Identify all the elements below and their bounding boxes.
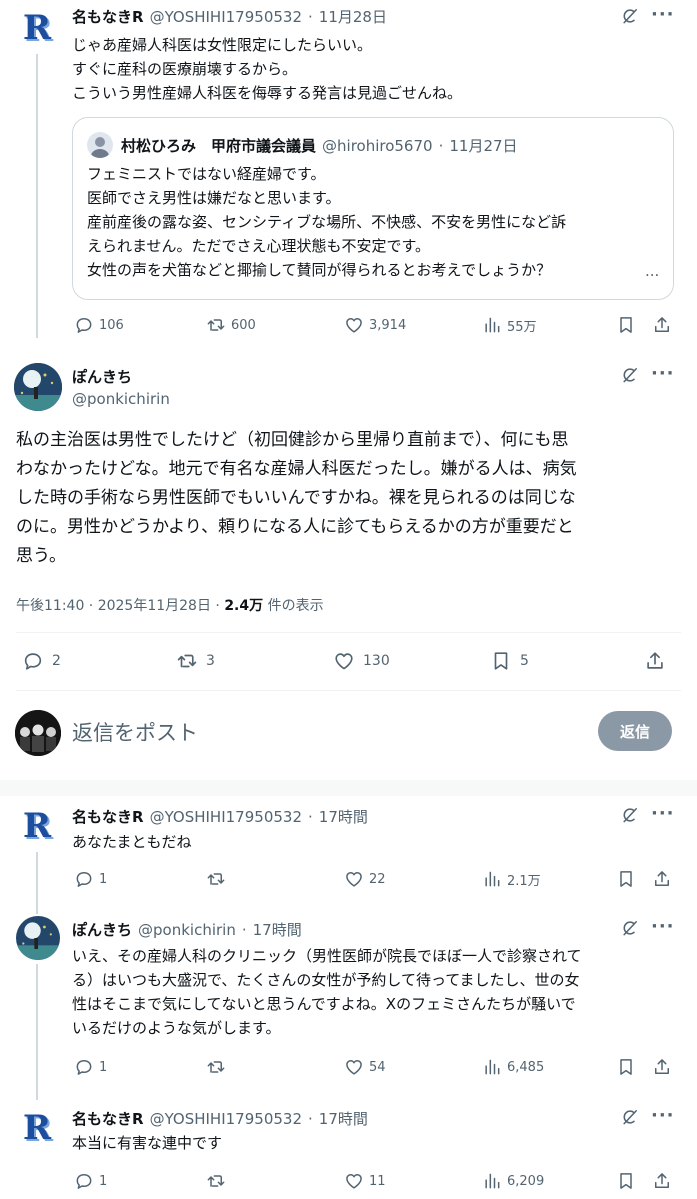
author-name[interactable]: 名もなきR	[72, 1108, 144, 1129]
bookmark-icon[interactable]	[616, 869, 636, 889]
author-handle[interactable]: @YOSHIHI17950532	[150, 808, 302, 826]
avatar[interactable]: R	[17, 806, 57, 846]
like-button[interactable]: 22	[344, 869, 386, 889]
post-text: 私の主治医は男性でしたけど（初回健診から里帰り直前まで）、何にも思 わなかったけ…	[16, 430, 577, 566]
quote-text: フェミニストではない経産婦です。 医師でさえ男性は嫌だなと思います。 産前産後の…	[87, 165, 567, 279]
author-name[interactable]: ぽんきち	[72, 919, 132, 940]
quoted-post[interactable]: 村松ひろみ 甲府市議会議員 @hirohiro5670 · 11月27日 フェミ…	[72, 117, 674, 300]
more-icon[interactable]: ···	[651, 1105, 675, 1126]
view-count: 2.4万	[224, 598, 264, 614]
reply-button[interactable]: 2	[22, 650, 61, 672]
share-icon[interactable]	[652, 869, 672, 889]
bookmark-icon[interactable]	[616, 315, 636, 335]
views-button[interactable]: 6,485	[482, 1057, 544, 1077]
thread-line	[36, 964, 38, 1100]
share-icon[interactable]	[652, 1057, 672, 1077]
avatar[interactable]: R	[17, 8, 57, 48]
grok-icon[interactable]	[620, 6, 640, 30]
quote-ellipsis: ...	[645, 262, 660, 280]
thread-line	[36, 54, 38, 338]
more-icon[interactable]: ···	[651, 916, 675, 937]
quote-author-handle: @hirohiro5670	[322, 136, 433, 155]
bookmark-button[interactable]: 5	[490, 650, 529, 672]
author-handle[interactable]: @YOSHIHI17950532	[150, 8, 302, 26]
reply-submit-button[interactable]: 返信	[598, 711, 672, 751]
repost-button[interactable]	[206, 1057, 231, 1077]
more-icon[interactable]: ···	[651, 363, 675, 384]
author-name[interactable]: 名もなきR	[72, 6, 144, 27]
views-button[interactable]: 55万	[482, 315, 537, 335]
views-button[interactable]: 2.1万	[482, 869, 541, 889]
grok-icon[interactable]	[620, 805, 640, 829]
post-text: 本当に有害な連中です	[72, 1134, 223, 1152]
reply-button[interactable]: 106	[74, 315, 124, 335]
repost-button[interactable]: 3	[176, 650, 215, 672]
more-icon[interactable]: ···	[651, 4, 675, 25]
author-handle[interactable]: @YOSHIHI17950532	[150, 1110, 302, 1128]
post-text: あなたまともだね	[72, 833, 192, 851]
post-date[interactable]: 11月28日	[319, 6, 387, 27]
reply-button[interactable]: 1	[74, 869, 107, 889]
post-time[interactable]: 17時間	[319, 1108, 368, 1129]
post-timestamp[interactable]: 午後11:40 · 2025年11月28日 · 2.4万 件の表示	[16, 595, 324, 615]
post-time[interactable]: 17時間	[253, 919, 302, 940]
repost-button[interactable]: 600	[206, 315, 256, 335]
views-button[interactable]: 6,209	[482, 1171, 544, 1191]
author-name[interactable]: ぽんきち	[72, 366, 132, 387]
quote-author-name: 村松ひろみ 甲府市議会議員	[121, 137, 317, 155]
share-icon[interactable]	[644, 650, 666, 672]
bookmark-icon[interactable]	[616, 1171, 636, 1191]
repost-button[interactable]	[206, 1171, 231, 1191]
post-time[interactable]: 17時間	[319, 806, 368, 827]
avatar[interactable]	[14, 363, 62, 411]
repost-button[interactable]	[206, 869, 231, 889]
thread-line	[36, 900, 38, 914]
reply-button[interactable]: 1	[74, 1171, 107, 1191]
grok-icon[interactable]	[620, 918, 640, 942]
like-button[interactable]: 130	[333, 650, 390, 672]
avatar[interactable]	[16, 916, 60, 960]
thread-line	[36, 852, 38, 900]
like-button[interactable]: 54	[344, 1057, 386, 1077]
author-handle[interactable]: @ponkichirin	[138, 921, 236, 939]
quote-avatar	[87, 132, 113, 158]
author-name[interactable]: 名もなきR	[72, 806, 144, 827]
bookmark-icon[interactable]	[616, 1057, 636, 1077]
post-text: いえ、その産婦人科のクリニック（男性医師が院長でほぼ一人で診察されて る）はいつ…	[72, 947, 582, 1037]
my-avatar[interactable]	[15, 710, 61, 756]
share-icon[interactable]	[652, 1171, 672, 1191]
quote-date: 11月27日	[449, 137, 518, 155]
more-icon[interactable]: ···	[651, 803, 675, 824]
avatar[interactable]: R	[17, 1108, 57, 1148]
share-icon[interactable]	[652, 315, 672, 335]
reply-button[interactable]: 1	[74, 1057, 107, 1077]
author-handle[interactable]: @ponkichirin	[72, 390, 170, 408]
post-text: じゃあ産婦人科医は女性限定にしたらいい。 すぐに産科の医療崩壊するから。 こうい…	[72, 36, 463, 102]
like-button[interactable]: 3,914	[344, 315, 406, 335]
grok-icon[interactable]	[620, 1107, 640, 1131]
like-button[interactable]: 11	[344, 1171, 386, 1191]
reply-input[interactable]: 返信をポスト	[72, 717, 198, 747]
grok-icon[interactable]	[620, 365, 640, 389]
